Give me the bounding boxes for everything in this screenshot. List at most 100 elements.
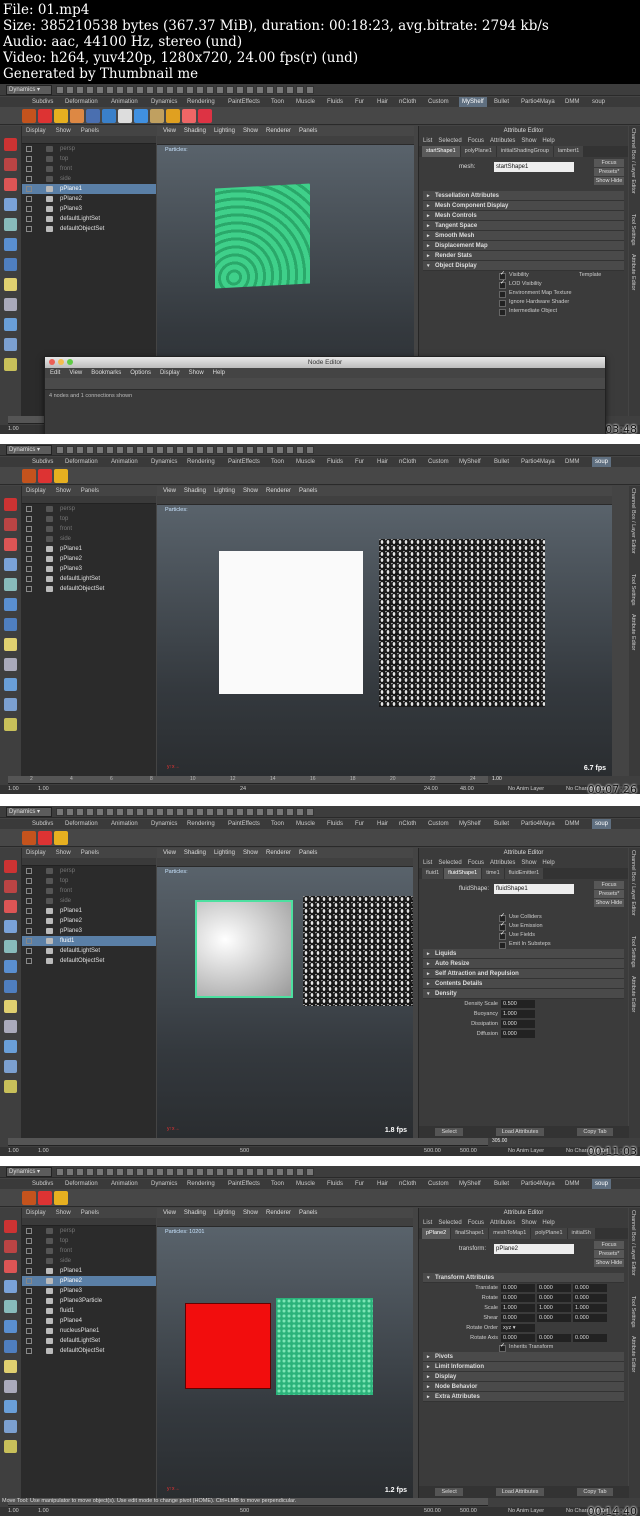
status-tool-icon[interactable] [96, 808, 104, 816]
ae-attribute-field[interactable]: 1.000 [501, 1010, 535, 1018]
toolbox-tool-icon[interactable] [4, 1020, 17, 1033]
shelf-tool-icon[interactable] [54, 1191, 68, 1205]
viewport-panel[interactable]: View Shading Lighting Show Renderer Panels Pa… [157, 848, 413, 1138]
ae-attribute-field[interactable]: 0.000 [501, 1314, 535, 1322]
ae-menu-attributes[interactable]: Attributes [490, 1220, 515, 1226]
minimize-icon[interactable] [58, 359, 64, 365]
ae-checkbox[interactable]: Use Fields [419, 930, 628, 940]
shelf-tool-icon[interactable] [22, 1191, 36, 1205]
status-tool-icon[interactable] [86, 808, 94, 816]
viewport-menu-panels[interactable]: Panels [299, 488, 317, 494]
toolbox-tool-icon[interactable] [4, 538, 17, 551]
ae-checkbox[interactable]: Intermediate Object [419, 307, 628, 316]
shelf-tab-soup[interactable]: soup [592, 1179, 612, 1189]
status-tool-icon[interactable] [106, 446, 114, 454]
outliner-item[interactable]: side [22, 534, 156, 544]
status-tool-icon[interactable] [256, 446, 264, 454]
copy-tab-button[interactable]: Copy Tab [577, 1488, 613, 1496]
ae-section[interactable]: Render Stats [423, 251, 624, 261]
status-tool-icon[interactable] [166, 808, 174, 816]
ae-section[interactable]: Tessellation Attributes [423, 191, 624, 201]
status-tool-icon[interactable] [216, 1168, 224, 1176]
toolbox-tool-icon[interactable] [4, 1300, 17, 1313]
status-tool-icon[interactable] [176, 86, 184, 94]
shelf-tab-painteffects[interactable]: PaintEffects [228, 97, 260, 107]
shelf-tool-icon[interactable] [54, 831, 68, 845]
outliner-search[interactable] [22, 496, 156, 504]
status-tool-icon[interactable] [236, 86, 244, 94]
expand-icon[interactable] [26, 206, 32, 212]
show-hide-button[interactable]: Show Hide [594, 177, 624, 185]
expand-icon[interactable] [26, 938, 32, 944]
toolbox-tool-icon[interactable] [4, 980, 17, 993]
status-tool-icon[interactable] [96, 86, 104, 94]
outliner-item[interactable]: defaultLightSet [22, 574, 156, 584]
status-tool-icon[interactable] [166, 446, 174, 454]
shelf-tab-deformation[interactable]: Deformation [65, 819, 98, 829]
status-tool-icon[interactable] [136, 1168, 144, 1176]
toolbox-tool-icon[interactable] [4, 1360, 17, 1373]
toolbox-tool-icon[interactable] [4, 1040, 17, 1053]
toolbox-tool-icon[interactable] [4, 1000, 17, 1013]
outliner-item[interactable]: defaultObjectSet [22, 1346, 156, 1356]
ae-section[interactable]: Mesh Component Display [423, 201, 624, 211]
load-attributes-button[interactable]: Load Attributes [495, 1488, 545, 1496]
toolbox-tool-icon[interactable] [4, 900, 17, 913]
toolbox-tool-icon[interactable] [4, 1280, 17, 1293]
range-value[interactable]: 1.00 [38, 1147, 49, 1156]
expand-icon[interactable] [26, 1228, 32, 1234]
expand-icon[interactable] [26, 516, 32, 522]
shelf-tab-muscle[interactable]: Muscle [296, 1179, 315, 1189]
ae-attribute-field[interactable]: 0.000 [537, 1334, 571, 1342]
ae-section[interactable]: Liquids [423, 949, 624, 959]
outliner-item[interactable]: pPlane3 [22, 926, 156, 936]
status-tool-icon[interactable] [246, 808, 254, 816]
range-value[interactable]: 24 [240, 785, 246, 794]
shelf-tab-rendering[interactable]: Rendering [187, 457, 215, 467]
expand-icon[interactable] [26, 1248, 32, 1254]
ae-checkbox[interactable]: LOD Visibility [419, 279, 628, 289]
shelf-tool-icon[interactable] [38, 469, 52, 483]
status-tool-icon[interactable] [266, 446, 274, 454]
ae-menu-focus[interactable]: Focus [468, 138, 484, 144]
toolbox-tool-icon[interactable] [4, 1260, 17, 1273]
shelf-tab-rendering[interactable]: Rendering [187, 1179, 215, 1189]
status-tool-icon[interactable] [136, 86, 144, 94]
shelf-tab-subdivs[interactable]: Subdivs [32, 1179, 53, 1189]
shelf-tab-partio4maya[interactable]: Partio4Maya [521, 819, 555, 829]
expand-icon[interactable] [26, 918, 32, 924]
toolbox-tool-icon[interactable] [4, 1440, 17, 1453]
ae-checkbox[interactable]: Ignore Hardware Shader [419, 298, 628, 307]
shelf-tool-icon[interactable] [38, 1191, 52, 1205]
status-tool-icon[interactable] [126, 86, 134, 94]
status-tool-icon[interactable] [306, 86, 314, 94]
time-slider[interactable]: 2 4 6 8 10 12 14 16 18 20 22 24 1.00 1.00 1.00 24 24.00… [0, 776, 640, 794]
shelf-tab-dmm[interactable]: DMM [565, 819, 579, 829]
ae-attribute-field[interactable]: 0.000 [501, 1294, 535, 1302]
outliner-item[interactable]: side [22, 174, 156, 184]
ae-section[interactable]: Node Behavior [423, 1382, 624, 1392]
status-tool-icon[interactable] [286, 86, 294, 94]
outliner-item[interactable]: side [22, 896, 156, 906]
toolbox-tool-icon[interactable] [4, 498, 17, 511]
ae-menu-show[interactable]: Show [521, 860, 536, 866]
ae-attribute-field[interactable]: 0.500 [501, 1000, 535, 1008]
toolbox-tool-icon[interactable] [4, 940, 17, 953]
ne-menu-view[interactable]: View [69, 370, 82, 376]
status-tool-icon[interactable] [286, 1168, 294, 1176]
status-tool-icon[interactable] [266, 1168, 274, 1176]
status-tool-icon[interactable] [266, 86, 274, 94]
ae-node-name-field[interactable]: pPlane2 [494, 1244, 574, 1254]
inherits-transform-checkbox[interactable]: Inherits Transform [419, 1342, 628, 1352]
viewport-menu-renderer[interactable]: Renderer [266, 488, 291, 494]
shelf-tab-custom[interactable]: Custom [428, 1179, 449, 1189]
toolbox-tool-icon[interactable] [4, 1240, 17, 1253]
ae-node-tab[interactable]: initialShadingGroup [496, 146, 553, 157]
viewport-menu-view[interactable]: View [163, 488, 176, 494]
template-checkbox[interactable]: Template [579, 271, 601, 280]
toolbox-tool-icon[interactable] [4, 218, 17, 231]
shelf-tab-partio4maya[interactable]: Partio4Maya [521, 1179, 555, 1189]
shelf-tab-dynamics[interactable]: Dynamics [151, 819, 177, 829]
shelf-tool-icon[interactable] [134, 109, 148, 123]
expand-icon[interactable] [26, 878, 32, 884]
